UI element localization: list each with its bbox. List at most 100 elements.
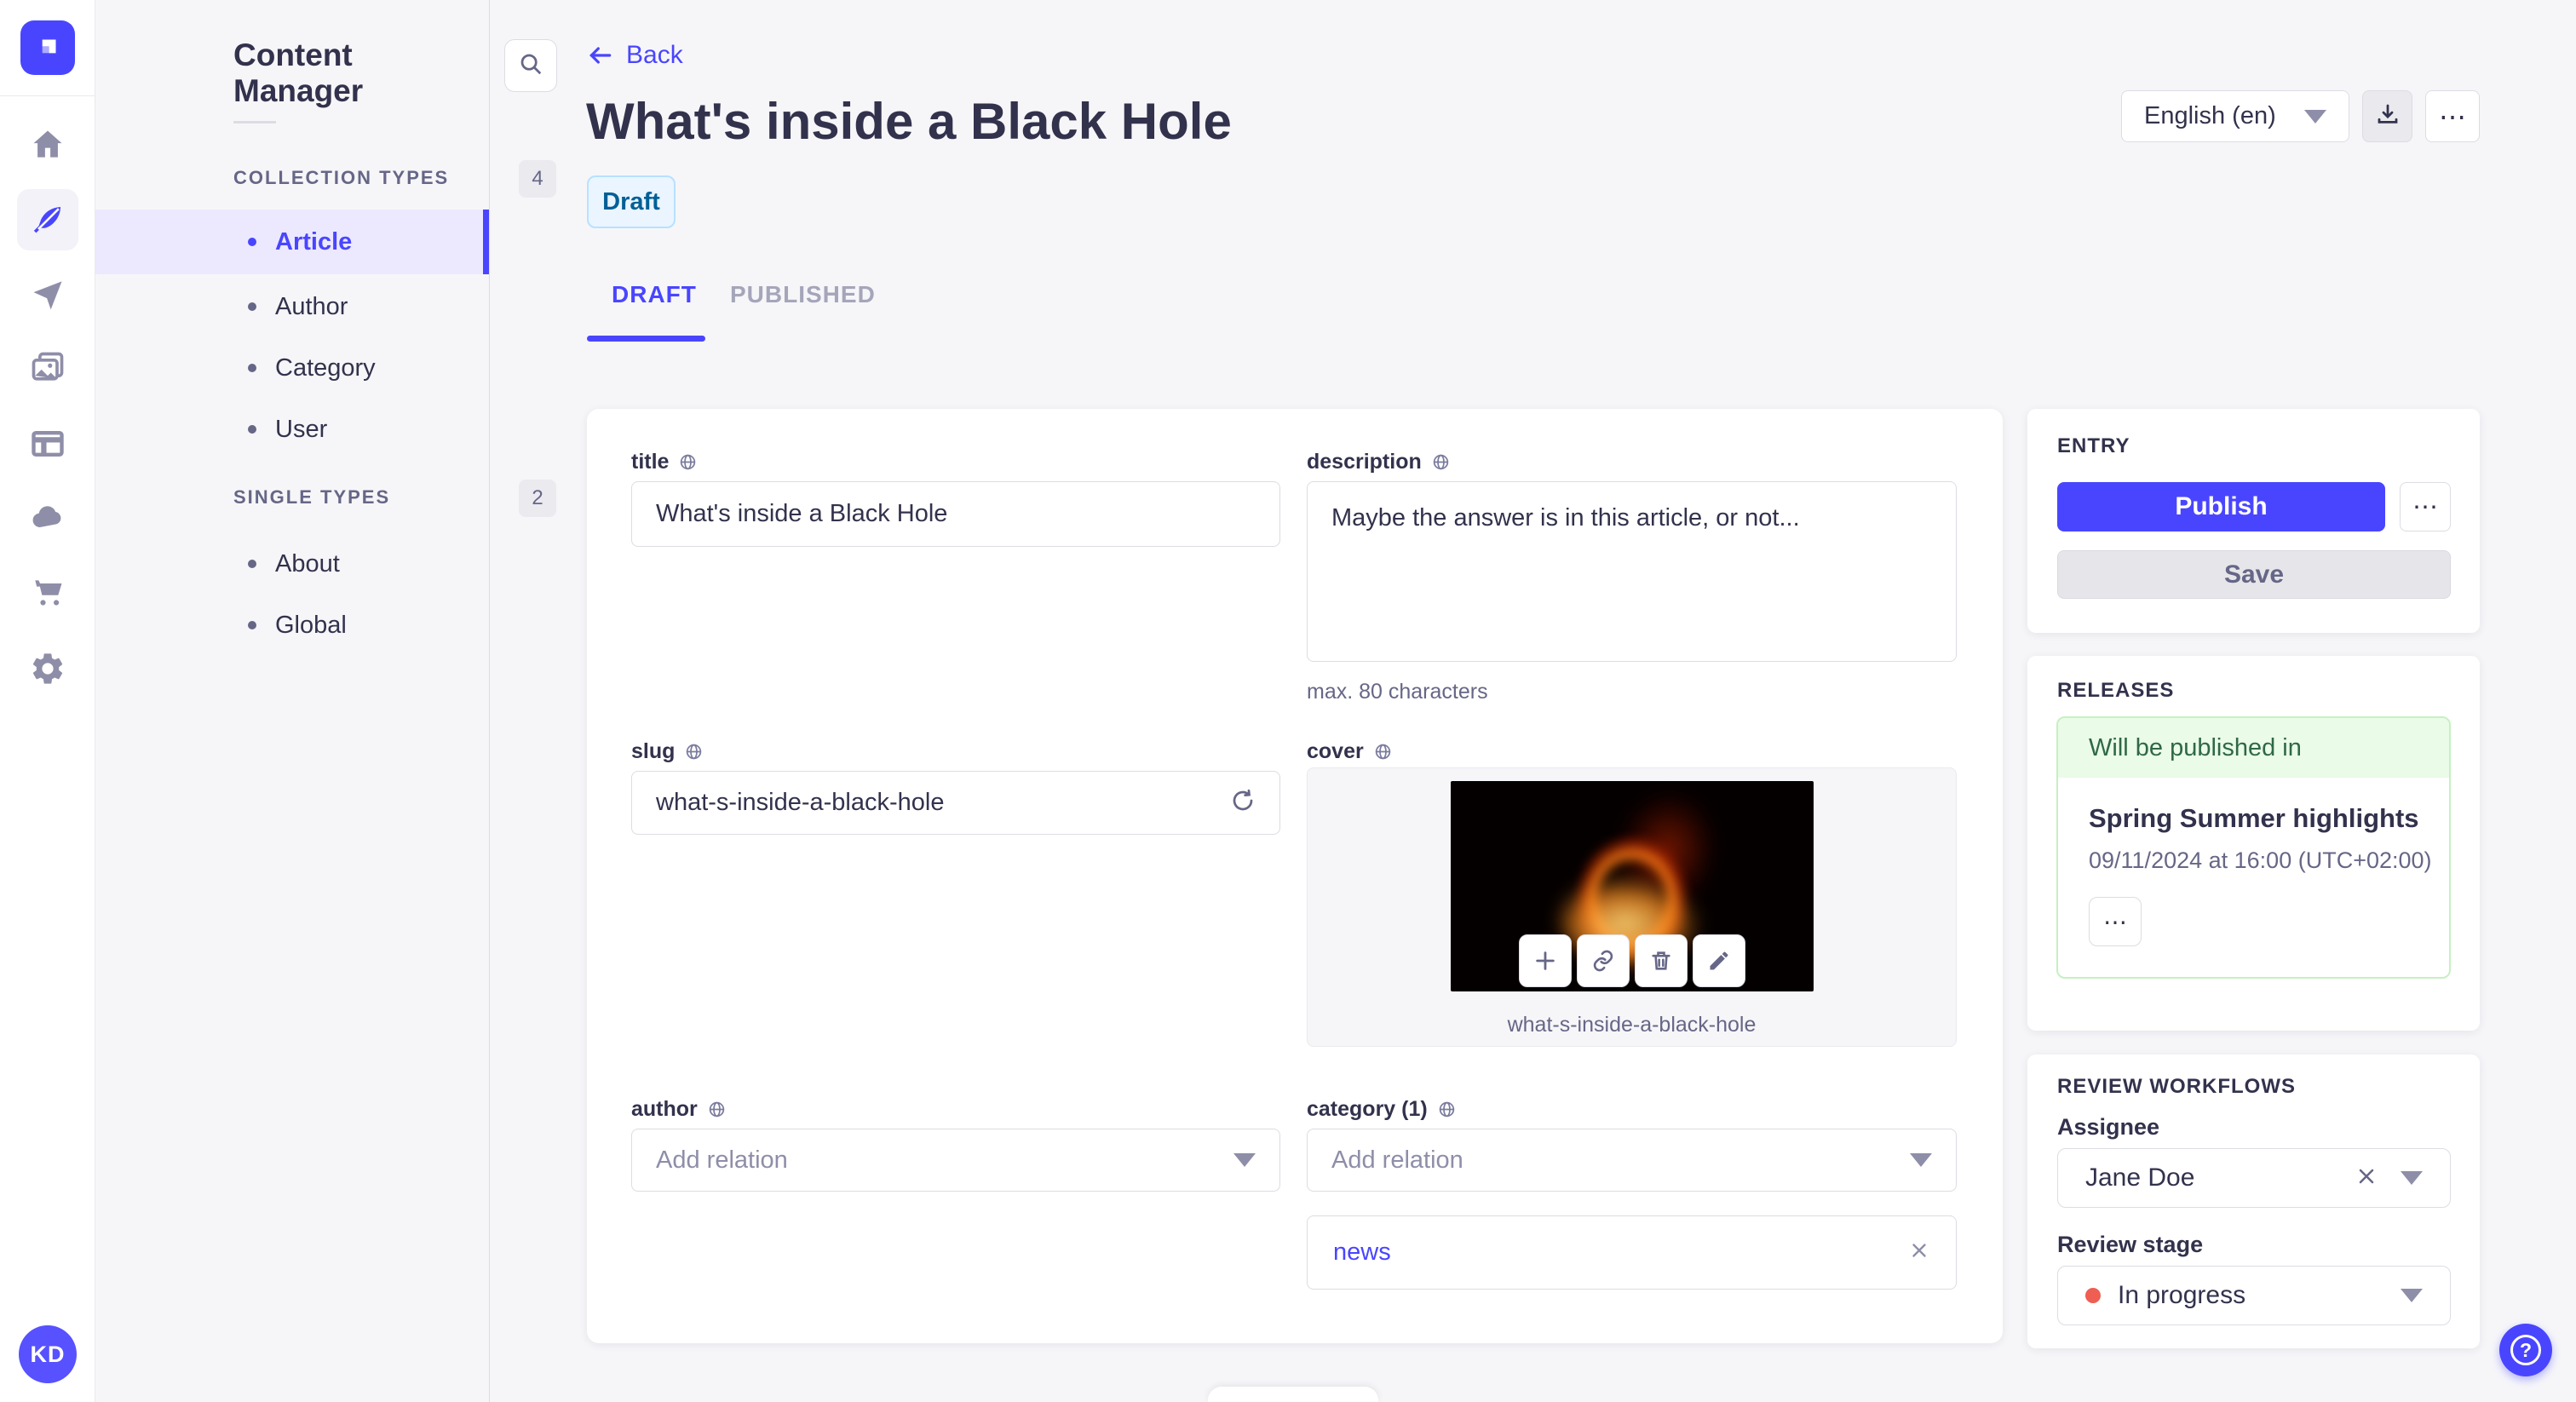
assignee-combobox[interactable]: Jane Doe [2057,1148,2451,1208]
sidebar-item-global[interactable]: Global [95,593,489,658]
tab-draft[interactable]: DRAFT [612,281,697,308]
bullet-icon [248,621,256,629]
media-library-icon[interactable] [17,337,78,399]
remove-relation-icon[interactable] [1908,1239,1930,1266]
regenerate-icon[interactable] [1230,788,1256,818]
content-type-builder-icon[interactable] [17,413,78,474]
release-status-text: Will be published in [2089,733,2302,761]
globe-icon [1375,744,1390,760]
globe-icon [1439,1101,1454,1118]
sidebar-item-label: Category [275,353,376,382]
description-field-label: description [1307,450,1450,474]
status-badge: Draft [587,175,676,228]
user-avatar[interactable]: KD [19,1325,77,1383]
release-date: 09/11/2024 at 16:00 (UTC+02:00) [2089,848,2432,873]
download-icon [2375,101,2401,131]
bullet-icon [248,238,256,246]
entry-more-button[interactable]: ⋯ [2400,482,2451,531]
entry-form-card: title What's inside a Black Hole descrip… [587,409,2003,1343]
question-mark-icon: ? [2510,1335,2541,1365]
cover-caption: what-s-inside-a-black-hole [1507,1013,1757,1037]
delete-media-button[interactable] [1634,934,1688,987]
release-card: Will be published in Spring Summer highl… [2056,716,2451,979]
publish-button[interactable]: Publish [2057,482,2385,531]
download-button[interactable] [2362,90,2412,142]
slug-input-value: what-s-inside-a-black-hole [656,789,945,816]
release-more-button[interactable]: ⋯ [2089,897,2142,946]
copy-link-button[interactable] [1576,934,1630,987]
entry-panel-title: ENTRY [2057,434,2130,457]
sidebar-item-label: Global [275,611,347,639]
back-label: Back [626,41,683,69]
sidebar-item-user[interactable]: User [95,397,489,462]
strapi-logo-icon[interactable] [20,20,75,75]
locale-value: English (en) [2144,102,2276,129]
subnav-title: Content Manager [233,37,364,108]
save-button[interactable]: Save [2057,550,2451,599]
sidebar-item-about[interactable]: About [95,531,489,596]
search-button[interactable] [504,39,557,92]
description-value: Maybe the answer is in this article, or … [1331,504,1800,531]
home-icon[interactable] [17,114,78,175]
assignee-label: Assignee [2057,1114,2160,1140]
chevron-down-icon [2401,1171,2423,1185]
assignee-value: Jane Doe [2085,1164,2195,1192]
marketplace-cart-icon[interactable] [17,562,78,623]
slug-field-label: slug [631,739,703,764]
send-plane-icon[interactable] [17,263,78,325]
author-placeholder: Add relation [656,1146,788,1174]
sidebar-item-label: Author [275,292,348,320]
clear-assignee-icon[interactable] [2355,1164,2378,1192]
globe-icon [1433,454,1448,470]
arrow-left-icon [589,47,612,64]
sidebar-item-label: Article [275,227,353,256]
release-name: Spring Summer highlights [2089,803,2419,833]
description-helper: max. 80 characters [1307,680,1488,704]
review-stage-combobox[interactable]: In progress [2057,1266,2451,1325]
stage-value: In progress [2118,1281,2246,1309]
field-label-text: title [631,450,670,474]
sidebar-item-article[interactable]: Article [95,210,489,274]
subnav-separator [233,121,276,124]
stage-status-dot [2085,1288,2101,1303]
bottom-expand-pill[interactable] [1208,1387,1378,1402]
cloud-icon[interactable] [17,487,78,549]
category-relation-item: news [1307,1215,1957,1290]
settings-gear-icon[interactable] [17,638,78,699]
releases-panel-title: RELEASES [2057,679,2175,702]
category-field-label: category (1) [1307,1097,1456,1122]
field-label-text: author [631,1097,698,1121]
back-link[interactable]: Back [587,41,683,70]
author-relation-combobox[interactable]: Add relation [631,1129,1280,1192]
locale-select[interactable]: English (en) [2121,90,2349,142]
review-workflows-panel: REVIEW WORKFLOWS Assignee Jane Doe Revie… [2027,1054,2480,1348]
releases-panel: RELEASES Will be published in Spring Sum… [2027,656,2480,1031]
sidebar-item-author[interactable]: Author [95,274,489,339]
content-manager-feather-icon[interactable] [17,189,78,250]
description-textarea[interactable]: Maybe the answer is in this article, or … [1307,481,1957,662]
sidebar-item-category[interactable]: Category [95,336,489,400]
trash-icon [1651,951,1670,970]
help-button[interactable]: ? [2499,1324,2552,1376]
header-more-button[interactable]: ⋯ [2425,90,2480,142]
title-input-value: What's inside a Black Hole [656,500,948,527]
title-input[interactable]: What's inside a Black Hole [631,481,1280,547]
cover-media-panel: what-s-inside-a-black-hole [1307,767,1957,1047]
tab-published[interactable]: PUBLISHED [730,281,876,308]
add-media-button[interactable] [1518,934,1572,987]
more-icon: ⋯ [2439,101,2466,132]
edit-media-button[interactable] [1692,934,1745,987]
app-sidebar: KD [0,0,95,1402]
bullet-icon [248,364,256,372]
category-relation-combobox[interactable]: Add relation [1307,1129,1957,1192]
slug-input[interactable]: what-s-inside-a-black-hole [631,771,1280,835]
release-status: Will be published in [2058,718,2449,778]
field-label-text: cover [1307,739,1364,763]
entry-panel: ENTRY Publish ⋯ Save [2027,409,2480,633]
field-label-text: slug [631,739,676,763]
sidebar-item-label: User [275,415,328,443]
chevron-down-icon [1910,1153,1932,1167]
relation-link-news[interactable]: news [1333,1238,1391,1267]
title-field-label: title [631,450,697,474]
globe-icon [681,454,696,470]
